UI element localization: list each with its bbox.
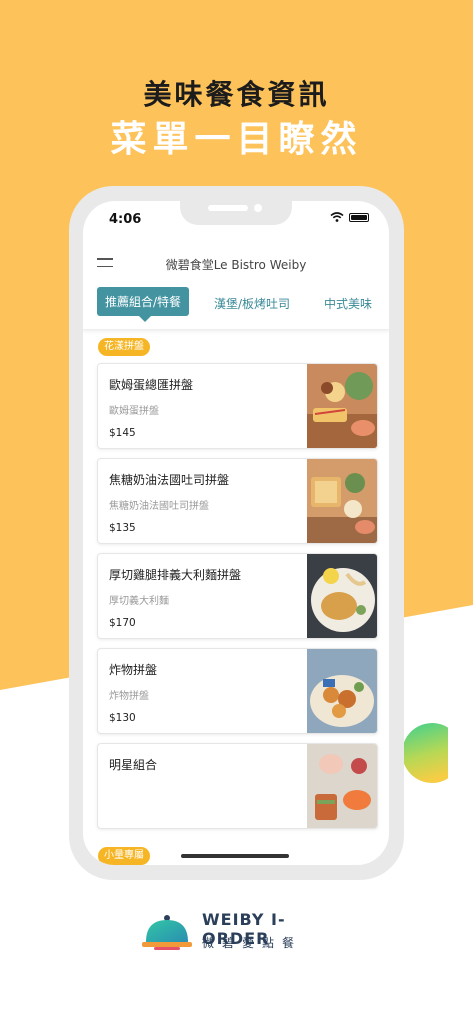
phone-screen: 4:06 微碧食堂Le Bistro Weiby 推薦組合/特餐 漢堡/板烤吐司… (83, 201, 389, 865)
menu-item-card[interactable]: 歐姆蛋總匯拼盤 歐姆蛋拼盤 $145 (97, 363, 378, 449)
brand-logo: WEIBY I-ORDER 微碧愛點餐 (140, 908, 340, 958)
menu-item-price: $135 (109, 522, 136, 534)
status-icons (330, 212, 369, 222)
brand-name-zh: 微碧愛點餐 (202, 936, 303, 950)
food-photo (307, 554, 377, 638)
menu-item-name: 歐姆蛋總匯拼盤 (109, 378, 194, 392)
menu-item-card[interactable]: 厚切雞腿排義大利麵拼盤 厚切義大利麵 $170 (97, 553, 378, 639)
menu-item-name: 明星組合 (109, 758, 158, 772)
wifi-icon (330, 212, 344, 222)
food-photo (307, 459, 377, 543)
food-photo (307, 744, 377, 828)
food-photo (307, 364, 377, 448)
menu-item-price: $145 (109, 427, 136, 439)
menu-item-desc: 厚切義大利麵 (109, 596, 169, 607)
app-bar: 微碧食堂Le Bistro Weiby (83, 251, 389, 279)
status-time: 4:06 (109, 212, 142, 227)
menu-item-card[interactable]: 焦糖奶油法國吐司拼盤 焦糖奶油法國吐司拼盤 $135 (97, 458, 378, 544)
menu-item-name: 炸物拼盤 (109, 663, 158, 677)
menu-item-price: $130 (109, 712, 136, 724)
food-photo (307, 649, 377, 733)
menu-item-desc: 焦糖奶油法國吐司拼盤 (109, 501, 209, 512)
cloche-icon (142, 915, 192, 950)
section-badge: 小量專屬 (98, 847, 150, 865)
menu-item-card[interactable]: 炸物拼盤 炸物拼盤 $130 (97, 648, 378, 734)
menu-item-desc: 歐姆蛋拼盤 (109, 406, 159, 417)
headline-primary: 美味餐食資訊 (143, 78, 330, 111)
section-badge: 花漾拼盤 (98, 338, 150, 356)
menu-item-price: $170 (109, 617, 136, 629)
battery-icon (349, 212, 369, 222)
headline-secondary: 菜單一目瞭然 (110, 119, 363, 160)
menu-item-name: 焦糖奶油法國吐司拼盤 (109, 473, 230, 487)
category-tabs: 推薦組合/特餐 漢堡/板烤吐司 中式美味 (83, 285, 389, 330)
home-indicator (181, 854, 289, 858)
menu-item-desc: 炸物拼盤 (109, 691, 149, 702)
tab-burgers[interactable]: 漢堡/板烤吐司 (214, 295, 290, 312)
menu-item-name: 厚切雞腿排義大利麵拼盤 (109, 568, 242, 582)
tab-chinese[interactable]: 中式美味 (324, 295, 372, 312)
app-title: 微碧食堂Le Bistro Weiby (165, 258, 307, 272)
menu-item-card[interactable]: 明星組合 (97, 743, 378, 829)
tab-recommended[interactable]: 推薦組合/特餐 (97, 287, 190, 322)
phone-notch (180, 201, 292, 225)
